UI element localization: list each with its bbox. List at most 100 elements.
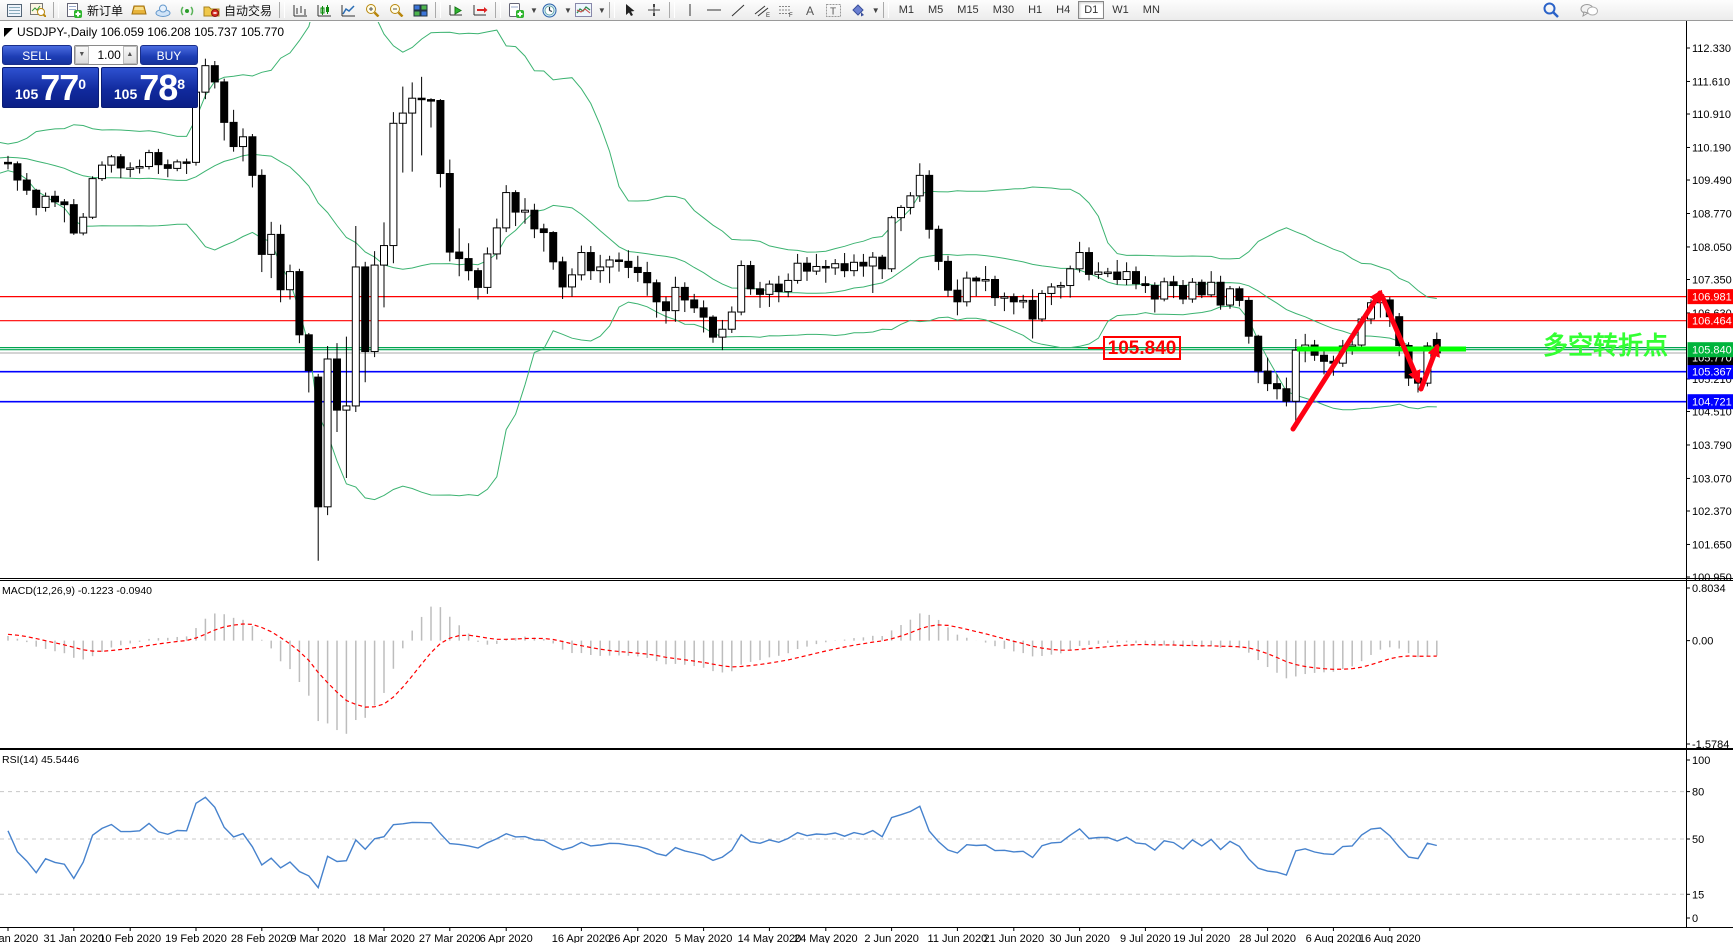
candlestick (699, 307, 708, 318)
candlestick (953, 289, 962, 303)
svg-text:A: A (806, 4, 814, 17)
fibonacci-tool-icon[interactable]: F (774, 1, 798, 19)
candlestick (276, 233, 285, 291)
candlestick (549, 232, 558, 263)
trendline-tool-icon[interactable] (726, 1, 750, 19)
rsi-pane[interactable] (0, 791, 1686, 895)
price-axis-tick: 109.490 (1692, 175, 1732, 187)
date-axis-label: 10 Feb 2020 (99, 933, 161, 943)
rsi-label: RSI(14) 45.5446 (2, 754, 79, 766)
text-label-tool-icon[interactable]: T (822, 1, 846, 19)
turning-point-text[interactable]: 多空转折点 (1543, 331, 1668, 360)
toolbar-separator (668, 2, 675, 18)
date-axis-label: 31 Jan 2020 (44, 933, 105, 943)
candlestick (1291, 349, 1300, 402)
candlestick (1263, 370, 1272, 385)
macd-scale-label: 0.00 (1692, 636, 1713, 648)
signals-icon[interactable] (175, 1, 199, 19)
candlestick (163, 164, 172, 169)
price-axis-tick: 103.790 (1692, 440, 1732, 452)
buy-price-big: 78 (139, 67, 178, 108)
chevron-down-icon[interactable]: ▼ (872, 6, 880, 15)
candlestick (1085, 252, 1093, 275)
sell-button[interactable]: SELL (2, 45, 72, 65)
macd-pane[interactable] (7, 606, 1438, 734)
text-tool-icon[interactable]: A (798, 1, 822, 19)
chart-canvas[interactable]: 0.80340.00-1.5784MACD(12,26,9) -0.1223 -… (0, 21, 1733, 943)
tf-mn[interactable]: MN (1137, 1, 1166, 19)
gold-bar-icon[interactable] (127, 1, 151, 19)
bollinger-middle-band[interactable] (0, 153, 1437, 354)
price-axis-tick: 102.370 (1692, 506, 1732, 518)
autotrade-label[interactable]: 自动交易 (224, 2, 272, 19)
candlestick (605, 259, 614, 268)
new-template-icon[interactable] (504, 1, 528, 19)
macd-label: MACD(12,26,9) -0.1223 -0.0940 (2, 585, 152, 597)
tf-w1[interactable]: W1 (1106, 1, 1135, 19)
tf-h1[interactable]: H1 (1022, 1, 1048, 19)
shapes-tool-icon[interactable] (846, 1, 870, 19)
new-order-label[interactable]: 新订单 (87, 2, 123, 19)
periods-clock-icon[interactable] (538, 1, 562, 19)
tf-m15[interactable]: M15 (951, 1, 984, 19)
vertical-line-tool-icon[interactable] (678, 1, 702, 19)
main-price-pane[interactable]: 105.840 多空转折点 (0, 21, 1686, 561)
tf-m1[interactable]: M1 (893, 1, 920, 19)
volume-decrease-button[interactable]: ▼ (74, 46, 89, 64)
toolbar-separator (279, 2, 286, 18)
volume-increase-button[interactable]: ▲ (122, 46, 137, 64)
tf-m5[interactable]: M5 (922, 1, 949, 19)
tf-m30[interactable]: M30 (987, 1, 1020, 19)
candlestick-chart-icon[interactable] (312, 1, 336, 19)
candlestick (145, 152, 153, 168)
candlestick (690, 299, 699, 309)
buy-price-tile[interactable]: 105 78 8 (101, 67, 198, 108)
buy-button[interactable]: BUY (139, 45, 198, 65)
autotrade-icon[interactable] (199, 1, 223, 19)
bollinger-upper-band[interactable] (0, 21, 1437, 299)
candlestick (1132, 271, 1140, 285)
candlestick (210, 65, 219, 83)
candlestick (586, 252, 595, 272)
chart-shift-icon[interactable] (468, 1, 492, 19)
candlestick (60, 201, 69, 206)
indicators-icon[interactable] (572, 1, 596, 19)
chevron-down-icon[interactable]: ▼ (530, 6, 538, 15)
candlestick (652, 282, 661, 303)
chart-window-icon[interactable] (2, 1, 26, 19)
zoom-out-icon[interactable] (384, 1, 408, 19)
candlestick (1282, 388, 1291, 402)
candlestick (1103, 271, 1112, 275)
market-watch-icon[interactable] (26, 1, 50, 19)
bar-chart-icon[interactable] (288, 1, 312, 19)
community-icon[interactable] (151, 1, 175, 19)
search-icon[interactable] (1539, 1, 1563, 19)
candlestick (897, 206, 905, 219)
tf-h4[interactable]: H4 (1050, 1, 1076, 19)
chevron-down-icon[interactable]: ▼ (564, 6, 572, 15)
chevron-down-icon[interactable]: ▼ (598, 6, 606, 15)
date-axis-label: 14 May 2020 (738, 933, 802, 943)
price-axis-tick: 108.050 (1692, 242, 1732, 254)
rsi-scale-label: 80 (1692, 787, 1704, 799)
date-axis-label: 6 Aug 2020 (1306, 933, 1362, 943)
chat-icon[interactable] (1577, 1, 1601, 19)
zoom-in-icon[interactable] (360, 1, 384, 19)
date-axis-label: 9 Mar 2020 (290, 933, 346, 943)
chart-collapse-icon[interactable] (4, 28, 13, 37)
channel-tool-icon[interactable]: E (750, 1, 774, 19)
horizontal-line-tool-icon[interactable] (702, 1, 726, 19)
price-axis-tick: 110.910 (1692, 109, 1731, 121)
price-callout-text: 105.840 (1108, 338, 1177, 359)
tf-d1[interactable]: D1 (1078, 1, 1105, 19)
new-order-icon[interactable] (62, 1, 86, 19)
price-line-label-text: 105.840 (1692, 345, 1732, 357)
sell-price-tile[interactable]: 105 77 0 (2, 67, 99, 108)
rsi-line (7, 796, 1437, 890)
tile-windows-icon[interactable] (408, 1, 432, 19)
volume-input[interactable] (88, 46, 123, 64)
line-chart-icon[interactable] (336, 1, 360, 19)
auto-scroll-icon[interactable] (444, 1, 468, 19)
cursor-icon[interactable] (618, 1, 642, 19)
crosshair-icon[interactable] (642, 1, 666, 19)
